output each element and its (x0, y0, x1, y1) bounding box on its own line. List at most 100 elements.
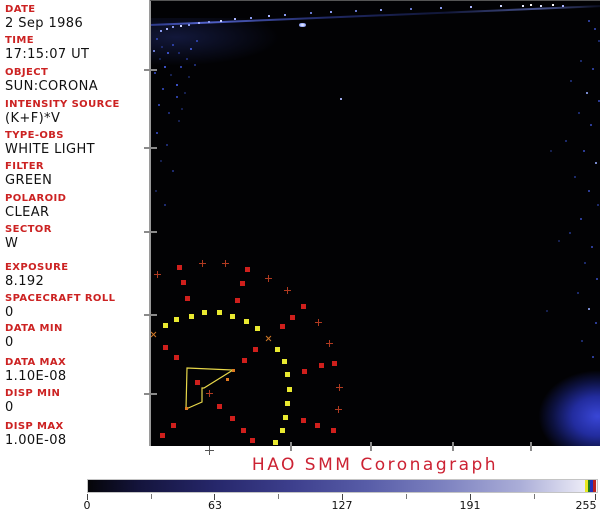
metadata-field-value: (K+F)*V (5, 111, 61, 126)
bottom-fiducial-tick (530, 442, 532, 451)
red-contour-dot (217, 404, 222, 409)
red-contour-dot (185, 296, 190, 301)
metadata-field: DATE 2 Sep 1986 (5, 4, 150, 31)
metadata-field-label: INTENSITY SOURCE (5, 99, 120, 110)
colorbar-minor-tick (278, 494, 279, 499)
yellow-contour-dot (285, 401, 290, 406)
red-contour-dot (301, 418, 306, 423)
metadata-field-value: 17:15:07 UT (5, 47, 90, 62)
red-contour-dot (163, 345, 168, 350)
red-contour-dot (253, 347, 258, 352)
colorbar-scale-label: 191 (459, 499, 481, 512)
cross-marker-icon (206, 390, 213, 397)
metadata-field-value: 0 (5, 335, 14, 350)
red-contour-dot (301, 304, 306, 309)
cross-marker-icon (326, 340, 333, 347)
red-contour-dot (302, 369, 307, 374)
left-fiducial-tick (144, 69, 157, 71)
metadata-field: DATA MAX 1.10E-08 (5, 357, 150, 384)
left-fiducial-tick (144, 231, 157, 233)
red-contour-dot (250, 438, 255, 443)
red-contour-dot (177, 265, 182, 270)
image-top-border (150, 0, 600, 1)
red-contour-dot (332, 361, 337, 366)
cross-marker-icon (336, 384, 343, 391)
yellow-contour-dot (189, 314, 194, 319)
cross-marker-icon (154, 271, 161, 278)
red-contour-dot (160, 433, 165, 438)
metadata-field-label: TIME (5, 35, 34, 46)
metadata-field-label: SECTOR (5, 224, 52, 235)
colorbar-scale-label: 63 (208, 499, 222, 512)
metadata-field-value: 1.10E-08 (5, 369, 67, 384)
metadata-field-label: DATA MAX (5, 357, 67, 368)
colorbar-minor-tick (406, 494, 407, 499)
fiducial-cross-icon (205, 446, 214, 455)
metadata-field: TIME 17:15:07 UT (5, 35, 150, 62)
red-contour-dot (280, 324, 285, 329)
metadata-sidebar: DATE 2 Sep 1986 TIME 17:15:07 UT OBJECT … (0, 0, 150, 448)
metadata-field-label: DATE (5, 4, 36, 15)
metadata-field: OBJECT SUN:CORONA (5, 67, 150, 94)
contour-polygon-layer (185, 367, 235, 410)
left-fiducial-tick (144, 314, 157, 316)
red-contour-dot (240, 281, 245, 286)
metadata-field: SPACECRAFT ROLL 0 (5, 293, 150, 320)
yellow-contour-dot (217, 310, 222, 315)
yellow-contour-dot (163, 323, 168, 328)
metadata-field-value: 8.192 (5, 274, 45, 289)
yellow-contour-dot (255, 326, 260, 331)
metadata-field-label: TYPE-OBS (5, 130, 64, 141)
metadata-field: POLAROID CLEAR (5, 193, 150, 220)
yellow-contour-dot (283, 415, 288, 420)
red-contour-dot (235, 298, 240, 303)
metadata-field-value: 0 (5, 305, 14, 320)
polygon-vertex-dot (185, 407, 188, 410)
intensity-colorbar (87, 479, 598, 493)
cross-marker-icon (222, 260, 229, 267)
yellow-contour-dot (174, 317, 179, 322)
yellow-contour-dot (202, 310, 207, 315)
metadata-field-value: CLEAR (5, 205, 50, 220)
metadata-field: SECTOR W (5, 224, 150, 251)
coronagraph-image-viewport (150, 0, 600, 446)
cross-marker-icon (199, 260, 206, 267)
colorbar-scale-label: 255 (575, 499, 597, 512)
colorbar-minor-tick (151, 494, 152, 499)
yellow-contour-dot (275, 347, 280, 352)
colorbar-scale-label: 0 (83, 499, 91, 512)
yellow-contour-dot (287, 387, 292, 392)
red-contour-dot (242, 358, 247, 363)
colorbar-minor-tick (534, 494, 535, 499)
metadata-field: DATA MIN 0 (5, 323, 150, 350)
instrument-title: HAO SMM Coronagraph (251, 455, 499, 475)
red-contour-dot (171, 423, 176, 428)
metadata-field-label: DISP MIN (5, 388, 61, 399)
left-fiducial-tick (144, 147, 157, 149)
metadata-field-value: SUN:CORONA (5, 79, 99, 94)
metadata-field: TYPE-OBS WHITE LIGHT (5, 130, 150, 157)
polygon-vertex-dot (232, 369, 235, 372)
metadata-field-value: 2 Sep 1986 (5, 16, 84, 31)
cross-marker-icon (284, 287, 291, 294)
metadata-field: DISP MIN 0 (5, 388, 150, 415)
bottom-fiducial-tick (370, 442, 372, 451)
metadata-field-label: FILTER (5, 161, 45, 172)
yellow-contour-dot (244, 319, 249, 324)
left-fiducial-tick (144, 393, 157, 395)
cross-marker-icon (315, 319, 322, 326)
yellow-contour-dot (280, 428, 285, 433)
metadata-field-label: POLAROID (5, 193, 67, 204)
metadata-field: FILTER GREEN (5, 161, 150, 188)
sidebar-image-divider (149, 0, 151, 446)
red-contour-dot (195, 380, 200, 385)
cross-marker-icon (335, 406, 342, 413)
metadata-field-label: EXPOSURE (5, 262, 69, 273)
cross-marker-icon (265, 275, 272, 282)
red-contour-dot (290, 315, 295, 320)
metadata-field-label: DATA MIN (5, 323, 63, 334)
metadata-field-value: 1.00E-08 (5, 433, 67, 448)
bottom-fiducial-tick (290, 442, 292, 451)
metadata-field-label: OBJECT (5, 67, 49, 78)
metadata-field-value: GREEN (5, 173, 53, 188)
